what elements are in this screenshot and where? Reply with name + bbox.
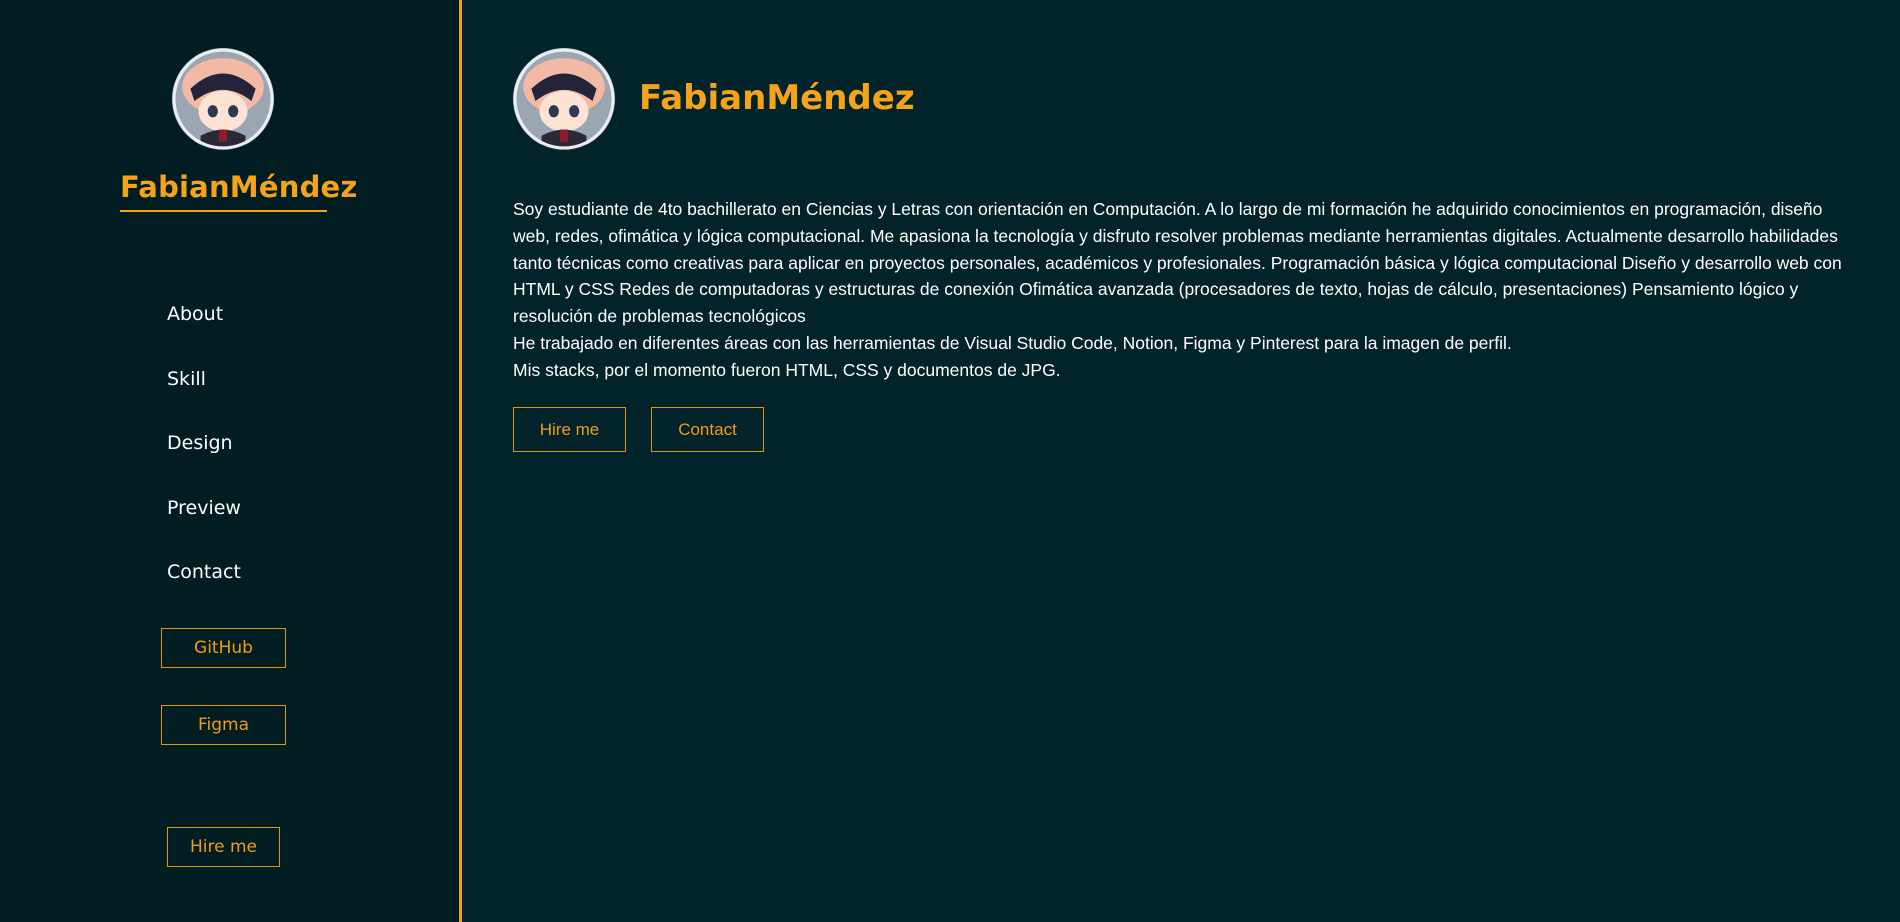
github-button[interactable]: GitHub <box>161 628 286 668</box>
sidebar-brand: FabianMéndez <box>120 170 357 212</box>
bio-paragraph: Mis stacks, por el momento fueron HTML, … <box>513 359 1061 380</box>
nav-item-about[interactable]: About <box>167 292 241 357</box>
nav-item-design[interactable]: Design <box>167 421 241 486</box>
main-content: FabianMéndez Soy estudiante de 4to bachi… <box>465 0 1900 922</box>
bio-text: Soy estudiante de 4to bachillerato en Ci… <box>513 196 1843 384</box>
avatar-icon <box>172 48 274 150</box>
nav-item-contact[interactable]: Contact <box>167 550 241 615</box>
sidebar: FabianMéndez About Skill Design Preview … <box>0 0 462 922</box>
contact-button[interactable]: Contact <box>651 407 764 452</box>
sidebar-nav: About Skill Design Preview Contact <box>167 292 241 615</box>
bio-paragraph: He trabajado en diferentes áreas con las… <box>513 332 1512 353</box>
figma-button[interactable]: Figma <box>161 705 286 745</box>
bio-paragraph: Soy estudiante de 4to bachillerato en Ci… <box>513 199 1842 327</box>
nav-item-preview[interactable]: Preview <box>167 486 241 551</box>
sidebar-hire-button[interactable]: Hire me <box>167 827 280 867</box>
avatar-icon <box>513 48 615 150</box>
page-title: FabianMéndez <box>639 78 915 118</box>
portfolio-page: FabianMéndez About Skill Design Preview … <box>0 0 1900 922</box>
nav-item-skill[interactable]: Skill <box>167 357 241 422</box>
hire-me-button[interactable]: Hire me <box>513 407 626 452</box>
